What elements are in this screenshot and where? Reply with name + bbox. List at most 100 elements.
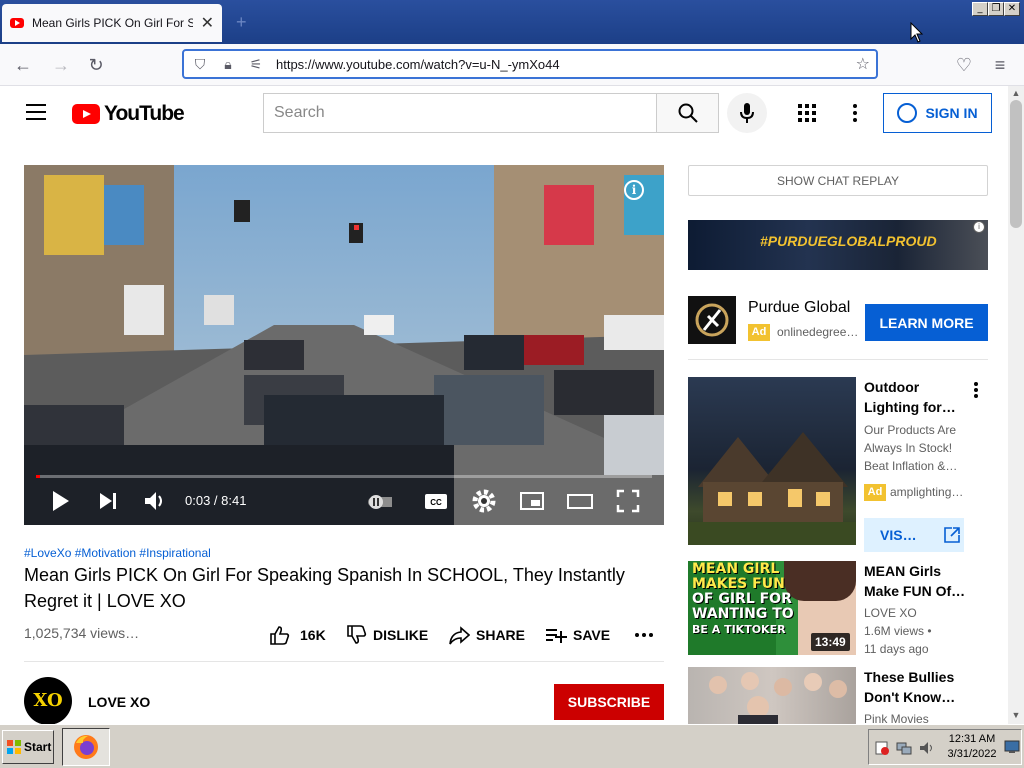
learn-more-button[interactable]: LEARN MORE	[865, 304, 988, 341]
microphone-icon	[740, 103, 754, 123]
scroll-down-icon[interactable]: ▼	[1008, 710, 1024, 722]
video-player[interactable]	[24, 165, 664, 525]
thumbs-down-icon	[347, 625, 367, 644]
forward-icon[interactable]: →	[50, 54, 72, 76]
divider	[688, 359, 988, 360]
globe-icon	[695, 303, 729, 337]
recommended-channel[interactable]: LOVE XO	[864, 604, 917, 622]
visit-label: VIS…	[880, 527, 917, 543]
new-tab-icon[interactable]: +	[236, 12, 247, 33]
voice-search-button[interactable]	[727, 93, 767, 133]
start-label: Start	[24, 740, 52, 754]
pocket-icon[interactable]: ♡	[953, 54, 975, 76]
play-icon[interactable]	[48, 488, 74, 514]
thumb-text-line: MEAN GIRL	[692, 561, 780, 577]
clock-time: 12:31 AM	[948, 733, 996, 745]
autoplay-toggle-icon[interactable]	[366, 488, 392, 514]
show-chat-replay-button[interactable]: SHOW CHAT REPLAY	[688, 165, 988, 196]
video-views[interactable]: 1,025,734 views…	[24, 625, 139, 641]
ad-banner[interactable]: #PURDUEGLOBALPROUD	[688, 220, 988, 270]
hamburger-menu-icon[interactable]	[26, 104, 46, 120]
save-label: SAVE	[573, 627, 611, 643]
url-bar[interactable]: ⛉ 🔒︎ ⚟ https://www.youtube.com/watch?v=u…	[182, 49, 878, 79]
recommended-title[interactable]: MEAN Girls Make FUN Of…	[864, 561, 974, 601]
next-video-icon[interactable]	[96, 488, 122, 514]
shield-icon[interactable]: ⛉	[192, 56, 208, 73]
clock-date: 3/31/2022	[947, 748, 997, 760]
app-menu-icon[interactable]: ≡	[989, 54, 1011, 76]
youtube-logo[interactable]: YouTube	[72, 102, 185, 126]
more-options-icon[interactable]	[968, 380, 984, 400]
lock-icon[interactable]: 🔒︎	[220, 56, 236, 73]
video-time: 0:03 / 8:41	[185, 493, 247, 508]
search-button[interactable]	[656, 93, 719, 133]
sign-in-label: SIGN IN	[925, 105, 978, 121]
tab-close-icon[interactable]: ✕	[201, 13, 214, 33]
browser-tab[interactable]: Mean Girls PICK On Girl For Speaking Spa…	[2, 4, 222, 42]
mouse-cursor-icon	[910, 22, 924, 43]
url-text[interactable]: https://www.youtube.com/watch?v=u-N_-ymX…	[276, 57, 844, 72]
ad-info-icon[interactable]: i	[973, 221, 985, 233]
subscribe-button[interactable]: SUBSCRIBE	[554, 684, 664, 720]
apps-grid-icon[interactable]	[796, 102, 818, 124]
video-duration-badge: 13:49	[811, 633, 850, 651]
thumb-text-line: OF GIRL FOR	[692, 591, 792, 607]
fullscreen-icon[interactable]	[615, 488, 641, 514]
close-window-icon[interactable]: ✕	[1004, 2, 1020, 16]
security-alert-icon[interactable]	[874, 740, 890, 756]
ad-thumbnail[interactable]	[688, 377, 856, 545]
start-button[interactable]: Start	[2, 730, 54, 764]
dislike-button[interactable]: DISLIKE	[345, 624, 428, 646]
volume-tray-icon[interactable]	[918, 740, 936, 756]
taskbar-firefox-button[interactable]	[62, 728, 110, 766]
search-input[interactable]: Search	[263, 93, 657, 133]
more-actions-icon[interactable]	[633, 628, 655, 642]
external-link-icon	[943, 527, 960, 543]
scrollbar-thumb[interactable]	[1010, 100, 1022, 228]
show-desktop-icon[interactable]	[1004, 740, 1020, 754]
dislike-label: DISLIKE	[373, 627, 429, 643]
video-thumbnail[interactable]	[688, 667, 856, 724]
settings-more-icon[interactable]	[845, 102, 865, 124]
recommended-title[interactable]: These Bullies Don't Know…	[864, 667, 974, 707]
purdue-global-logo[interactable]	[688, 296, 736, 344]
settings-gear-icon[interactable]	[471, 488, 497, 514]
divider	[24, 661, 664, 662]
share-button[interactable]: SHARE	[448, 624, 525, 646]
thumb-text-line: MAKES FUN	[692, 576, 785, 592]
youtube-play-logo-icon	[72, 104, 100, 124]
firefox-icon	[74, 735, 98, 759]
volume-icon[interactable]	[142, 488, 168, 514]
video-info-icon[interactable]: i	[624, 180, 644, 200]
visit-site-button[interactable]: VIS…	[864, 518, 964, 552]
sign-in-button[interactable]: SIGN IN	[883, 93, 992, 133]
like-button[interactable]: 16K	[268, 624, 326, 646]
channel-name[interactable]: LOVE XO	[88, 694, 150, 710]
recommended-views: 1.6M views •	[864, 624, 932, 638]
video-progress-bar[interactable]	[36, 475, 652, 478]
save-button[interactable]: SAVE	[545, 624, 610, 646]
house-image	[688, 432, 856, 545]
minimize-window-icon[interactable]: _	[972, 2, 988, 16]
restore-window-icon[interactable]: ❐	[988, 2, 1004, 16]
taskbar-clock[interactable]: 12:31 AM 3/31/2022	[942, 732, 1002, 762]
share-icon	[449, 626, 470, 645]
permissions-icon[interactable]: ⚟	[248, 56, 264, 73]
scroll-up-icon[interactable]: ▲	[1008, 88, 1024, 100]
thumb-text-line: BE A TIKTOKER	[692, 623, 786, 636]
channel-avatar[interactable]: XO	[24, 677, 72, 725]
ad-title[interactable]: Outdoor Lighting for…	[864, 377, 974, 417]
video-hashtags[interactable]: #LoveXo #Motivation #Inspirational	[24, 546, 211, 560]
youtube-logo-text: YouTube	[104, 102, 185, 125]
ad-url: onlinedegree…	[777, 325, 859, 339]
ad-advertiser-name[interactable]: Purdue Global	[748, 299, 850, 317]
miniplayer-icon[interactable]	[519, 488, 545, 514]
bookmark-star-icon[interactable]: ☆	[856, 54, 870, 74]
reload-icon[interactable]: ↻	[85, 54, 107, 76]
subtitles-icon[interactable]: CC	[423, 488, 449, 514]
back-icon[interactable]: ←	[12, 54, 34, 76]
theater-mode-icon[interactable]	[567, 488, 593, 514]
account-icon	[897, 103, 918, 123]
search-icon	[678, 103, 698, 123]
network-icon[interactable]	[896, 740, 912, 756]
